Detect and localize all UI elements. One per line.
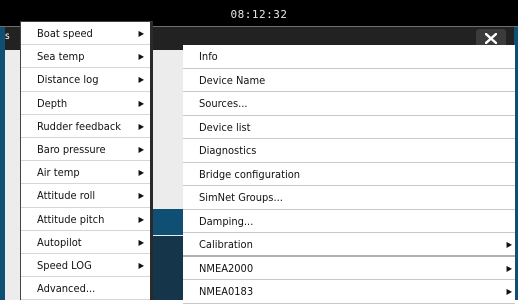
triangle-right-icon: ▶ bbox=[506, 263, 512, 273]
settings-list-item[interactable]: NMEA2000 ▶ bbox=[183, 256, 515, 280]
dialog-title-partial: s bbox=[5, 31, 10, 42]
triangle-right-icon: ▶ bbox=[138, 144, 144, 154]
context-menu-item-label: Autopilot bbox=[37, 235, 82, 249]
settings-list-item-label: NMEA2000 bbox=[199, 261, 254, 275]
context-menu-item-label: Sea temp bbox=[37, 50, 85, 64]
context-menu-item[interactable]: Rudder feedback ▶ bbox=[21, 115, 150, 138]
background-dark-area bbox=[150, 236, 183, 300]
triangle-right-icon: ▶ bbox=[138, 168, 144, 178]
context-menu-item[interactable]: Boat speed ▶ bbox=[21, 22, 150, 46]
triangle-right-icon: ▶ bbox=[138, 191, 144, 201]
context-menu-item-label: Speed LOG bbox=[37, 258, 92, 272]
settings-list-item-label: Device list bbox=[199, 120, 251, 134]
settings-list-item[interactable]: Device Name bbox=[183, 68, 515, 92]
context-menu-item[interactable]: Autopilot ▶ bbox=[21, 231, 150, 254]
settings-list-item-label: Device Name bbox=[199, 73, 266, 87]
background-selected-row bbox=[150, 209, 183, 235]
context-menu-item[interactable]: Air temp ▶ bbox=[21, 161, 150, 185]
context-menu-item[interactable]: Advanced... bbox=[21, 277, 150, 301]
settings-list-item-label: Damping... bbox=[199, 214, 254, 228]
triangle-right-icon: ▶ bbox=[138, 121, 144, 131]
context-menu-item-label: Rudder feedback bbox=[37, 119, 121, 133]
settings-list-item-label: Bridge configuration bbox=[199, 167, 301, 181]
context-menu-item[interactable]: Attitude roll ▶ bbox=[21, 184, 150, 208]
settings-list-item[interactable]: Info bbox=[183, 45, 515, 69]
triangle-right-icon: ▶ bbox=[138, 52, 144, 62]
settings-list-item-label: Sources... bbox=[199, 97, 248, 110]
context-menu-item[interactable]: Depth ▶ bbox=[21, 92, 150, 115]
settings-list: Info Device Name Sources... Device list Diag… bbox=[183, 45, 515, 304]
context-menu-item[interactable]: Distance log ▶ bbox=[21, 68, 150, 92]
settings-list-item-label: Info bbox=[199, 50, 218, 63]
context-menu-item[interactable]: Speed LOG ▶ bbox=[21, 254, 150, 278]
settings-list-item-label: NMEA0183 bbox=[199, 285, 254, 298]
triangle-right-icon: ▶ bbox=[506, 240, 512, 249]
context-menu-item-label: Attitude roll bbox=[37, 189, 96, 203]
settings-list-item-label: SimNet Groups... bbox=[199, 191, 283, 204]
settings-list-item[interactable]: Bridge configuration bbox=[183, 162, 515, 186]
triangle-right-icon: ▶ bbox=[138, 75, 144, 85]
settings-list-item[interactable]: Sources... bbox=[183, 92, 515, 116]
settings-list-item[interactable]: Calibration ▶ bbox=[183, 233, 515, 257]
context-menu-item[interactable]: Attitude pitch ▶ bbox=[21, 208, 150, 231]
context-menu-item-label: Depth bbox=[37, 96, 68, 110]
settings-list-item[interactable]: Damping... bbox=[183, 209, 515, 233]
context-menu-item-label: Boat speed bbox=[37, 27, 93, 40]
triangle-right-icon: ▶ bbox=[138, 29, 144, 38]
settings-list-item-label: Calibration bbox=[199, 238, 253, 251]
triangle-right-icon: ▶ bbox=[138, 237, 144, 247]
settings-list-item[interactable]: Diagnostics bbox=[183, 139, 515, 163]
context-menu-item-label: Attitude pitch bbox=[37, 212, 105, 226]
settings-list-item[interactable]: SimNet Groups... bbox=[183, 186, 515, 210]
context-menu-item[interactable]: Sea temp ▶ bbox=[21, 45, 150, 69]
settings-list-item-label: Diagnostics bbox=[199, 144, 257, 157]
settings-list-item[interactable]: Device list bbox=[183, 115, 515, 139]
triangle-right-icon: ▶ bbox=[138, 98, 144, 108]
clock: 08:12:32 bbox=[230, 8, 288, 21]
context-menu-item-label: Advanced... bbox=[37, 282, 96, 296]
triangle-right-icon: ▶ bbox=[138, 260, 144, 270]
context-menu: Boat speed ▶ Sea temp ▶ Distance log ▶ Depth ▶ R… bbox=[20, 21, 153, 301]
triangle-right-icon: ▶ bbox=[138, 214, 144, 224]
context-menu-item[interactable]: Baro pressure ▶ bbox=[21, 138, 150, 162]
context-menu-item-label: Distance log bbox=[37, 73, 99, 87]
context-menu-item-label: Air temp bbox=[37, 166, 80, 180]
context-menu-item-label: Baro pressure bbox=[37, 142, 106, 156]
close-icon bbox=[485, 33, 497, 44]
